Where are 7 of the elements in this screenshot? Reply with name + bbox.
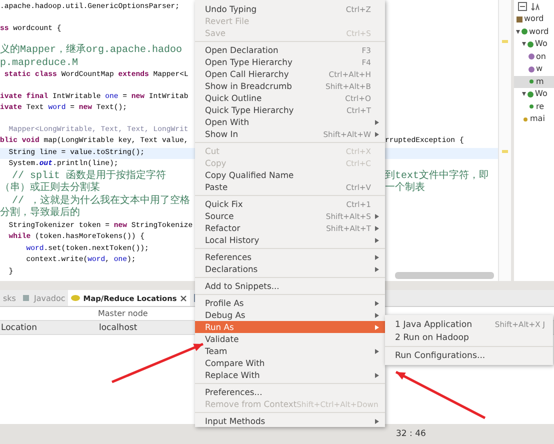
code-line: 义的Mapper，继承org.apache.hadoop.mapreduce.M [0,45,184,70]
code-line: // ，这就是为什么我在文本中用了空格分割，导致最后的 [0,196,192,220]
cursor-position: 32 : 46 [396,429,426,439]
table-cell-text: localhost [98,322,138,332]
table-cell-text: Location [0,322,38,332]
code-line: // split 函数是用于按指定字符（串）或正则去分割某 [0,170,168,194]
code-line: 到text文件中字符，即一个制表 [385,170,490,194]
